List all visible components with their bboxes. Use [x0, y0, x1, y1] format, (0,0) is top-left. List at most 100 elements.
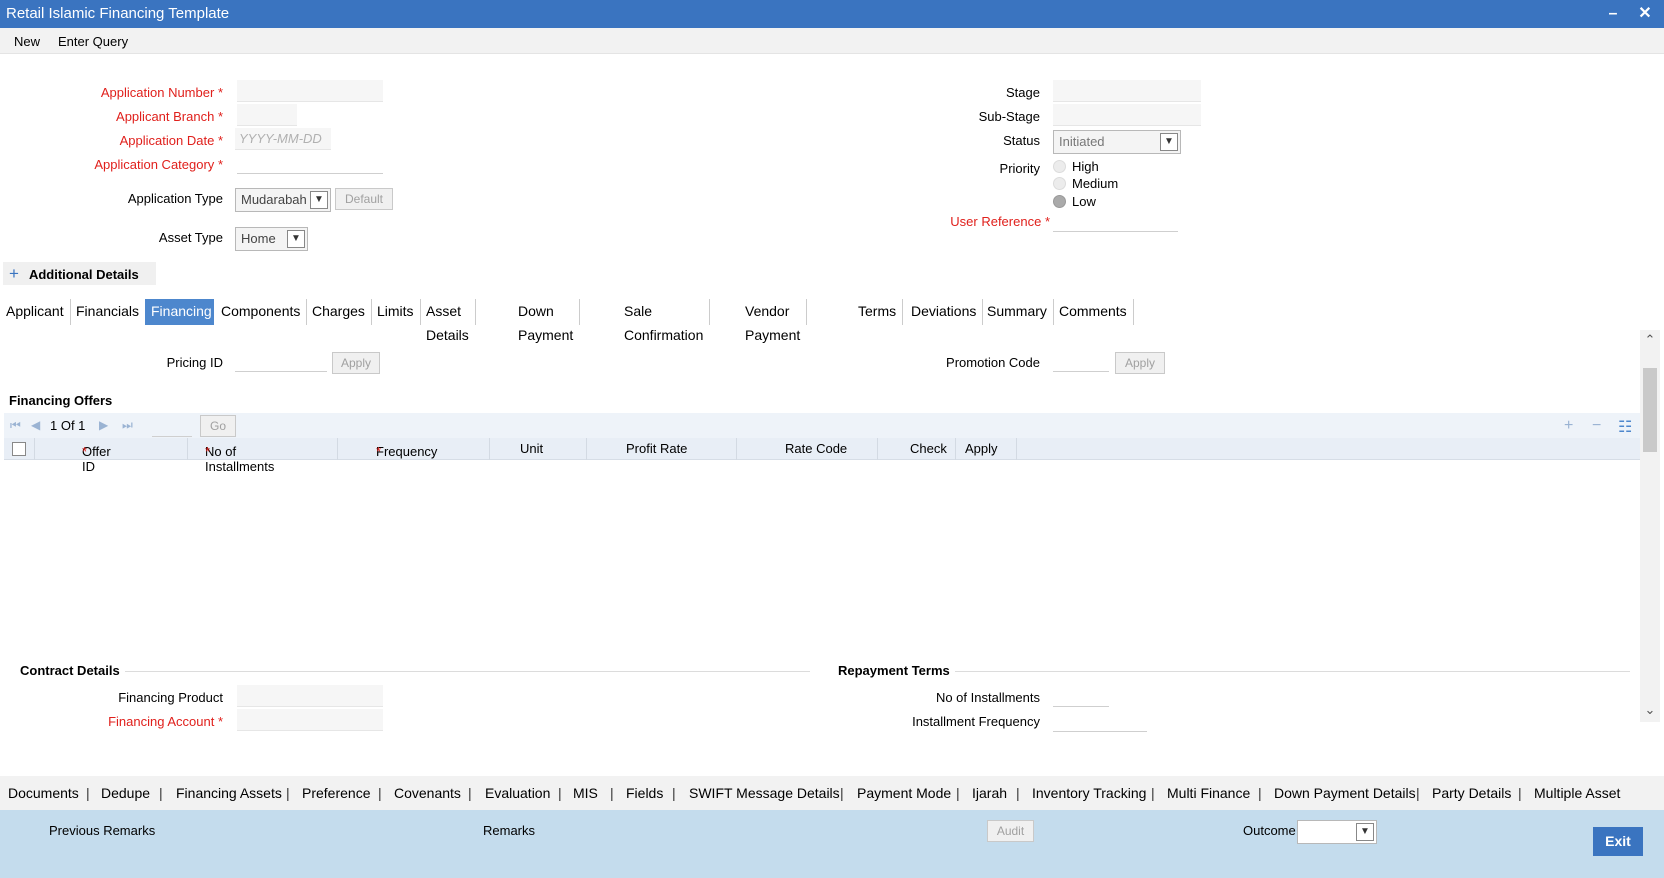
- asset-type-select[interactable]: Home ▼: [235, 227, 308, 251]
- chevron-down-icon: ▼: [287, 230, 305, 248]
- user-reference-label: User Reference *: [950, 214, 1050, 229]
- columns-icon[interactable]: ☷: [1618, 417, 1632, 437]
- chevron-down-icon: ▼: [1160, 133, 1178, 151]
- tab-terms[interactable]: Terms: [852, 299, 904, 325]
- col-check: Check: [910, 441, 947, 456]
- link-swift-message-details[interactable]: SWIFT Message Details: [689, 785, 840, 801]
- tab-limits[interactable]: Limits: [371, 299, 421, 325]
- scrollbar-thumb[interactable]: [1643, 368, 1657, 452]
- repayment-installments-field[interactable]: [1053, 685, 1109, 707]
- financing-account-field[interactable]: [237, 709, 383, 731]
- default-button[interactable]: Default: [335, 188, 393, 210]
- scroll-down-icon[interactable]: ⌄: [1640, 702, 1660, 718]
- additional-details-toggle[interactable]: + Additional Details: [3, 262, 156, 285]
- promotion-apply-button[interactable]: Apply: [1115, 352, 1165, 374]
- tab-comments[interactable]: Comments: [1053, 299, 1134, 325]
- stage-label: Stage: [1006, 85, 1040, 100]
- remarks-link[interactable]: Remarks: [483, 823, 535, 838]
- tab-charges[interactable]: Charges: [306, 299, 372, 325]
- link-evaluation[interactable]: Evaluation: [485, 785, 550, 801]
- col-rate-code: Rate Code: [785, 441, 848, 456]
- sub-stage-field[interactable]: [1053, 104, 1201, 126]
- stage-field[interactable]: [1053, 80, 1201, 102]
- link-down-payment-details[interactable]: Down Payment Details: [1274, 785, 1416, 801]
- outcome-select[interactable]: ▼: [1297, 820, 1377, 844]
- priority-low-radio[interactable]: [1053, 195, 1066, 208]
- financing-product-field[interactable]: [237, 685, 383, 707]
- installment-frequency-field[interactable]: [1053, 710, 1147, 732]
- tab-deviations[interactable]: Deviations: [905, 299, 984, 325]
- close-icon[interactable]: ✕: [1634, 0, 1656, 28]
- link-payment-mode[interactable]: Payment Mode: [857, 785, 951, 801]
- application-type-select[interactable]: Mudarabah ▼: [235, 188, 331, 212]
- scroll-up-icon[interactable]: ⌃: [1640, 332, 1660, 348]
- menu-enter-query[interactable]: Enter Query: [58, 34, 128, 49]
- link-multiple-asset[interactable]: Multiple Asset: [1534, 785, 1620, 801]
- pricing-apply-button[interactable]: Apply: [332, 352, 380, 374]
- last-page-icon[interactable]: ⏭: [122, 413, 133, 438]
- prev-page-icon[interactable]: ◀: [31, 413, 40, 438]
- select-all-checkbox[interactable]: [12, 442, 26, 456]
- window-title: Retail Islamic Financing Template: [6, 5, 230, 22]
- link-covenants[interactable]: Covenants: [394, 785, 461, 801]
- user-reference-field[interactable]: [1053, 210, 1178, 232]
- menu-new[interactable]: New: [14, 34, 40, 49]
- first-page-icon[interactable]: ⏮: [10, 413, 21, 438]
- priority-medium-radio[interactable]: [1053, 177, 1066, 190]
- tab-vendor-payment[interactable]: Vendor Payment: [739, 299, 808, 343]
- priority-medium-label: Medium: [1072, 176, 1119, 191]
- tab-applicant[interactable]: Applicant: [0, 299, 71, 325]
- financing-offers-title: Financing Offers: [9, 393, 113, 408]
- page-number-input[interactable]: [152, 415, 192, 437]
- plus-icon: +: [9, 264, 19, 283]
- remove-row-icon[interactable]: −: [1592, 417, 1601, 435]
- application-date-field[interactable]: YYYY-MM-DD: [235, 128, 331, 150]
- application-type-label: Application Type: [127, 191, 223, 206]
- link-financing-assets[interactable]: Financing Assets: [176, 785, 282, 801]
- sub-stage-label: Sub-Stage: [978, 109, 1040, 124]
- application-number-field[interactable]: [237, 80, 383, 102]
- priority-label: Priority: [999, 161, 1040, 176]
- pricing-id-label: Pricing ID: [166, 355, 223, 370]
- contract-details-title: Contract Details: [20, 663, 120, 678]
- application-category-field[interactable]: [237, 152, 383, 174]
- link-fields[interactable]: Fields: [626, 785, 663, 801]
- tab-down-payment[interactable]: Down Payment: [512, 299, 581, 343]
- tab-components[interactable]: Components: [215, 299, 308, 325]
- status-select[interactable]: Initiated ▼: [1053, 130, 1181, 154]
- previous-remarks-link[interactable]: Previous Remarks: [49, 823, 155, 838]
- col-unit: Unit: [520, 441, 544, 456]
- tab-financials[interactable]: Financials: [70, 299, 147, 325]
- promotion-code-field[interactable]: [1053, 350, 1109, 372]
- link-mis[interactable]: MIS: [573, 785, 598, 801]
- window-title-bar: Retail Islamic Financing Template – ✕: [0, 0, 1664, 28]
- link-inventory-tracking[interactable]: Inventory Tracking: [1032, 785, 1146, 801]
- application-category-label: Application Category *: [94, 157, 223, 172]
- tab-sale-confirmation[interactable]: Sale Confirmation: [618, 299, 711, 343]
- grid-toolbar: ⏮ ◀ 1 Of 1 ▶ ⏭ Go + − ☷: [4, 413, 1640, 438]
- priority-high-label: High: [1072, 159, 1099, 174]
- tab-asset-details[interactable]: Asset Details: [420, 299, 476, 343]
- vertical-scrollbar[interactable]: ⌃ ⌄: [1640, 330, 1660, 722]
- link-multi-finance[interactable]: Multi Finance: [1167, 785, 1250, 801]
- tab-financing[interactable]: Financing: [145, 299, 214, 325]
- applicant-branch-field[interactable]: [237, 104, 297, 126]
- go-button[interactable]: Go: [200, 415, 236, 437]
- link-party-details[interactable]: Party Details: [1432, 785, 1511, 801]
- link-preference[interactable]: Preference: [302, 785, 370, 801]
- link-ijarah[interactable]: Ijarah: [972, 785, 1007, 801]
- tab-summary[interactable]: Summary: [981, 299, 1054, 325]
- link-dedupe[interactable]: Dedupe: [101, 785, 150, 801]
- audit-button[interactable]: Audit: [987, 820, 1034, 842]
- pricing-id-field[interactable]: [235, 350, 327, 372]
- page-indicator: 1 Of 1: [50, 418, 86, 433]
- add-row-icon[interactable]: +: [1564, 417, 1573, 435]
- priority-high-radio[interactable]: [1053, 160, 1066, 173]
- exit-button[interactable]: Exit: [1593, 827, 1643, 856]
- link-documents[interactable]: Documents: [8, 785, 79, 801]
- next-page-icon[interactable]: ▶: [99, 413, 108, 438]
- application-date-label: Application Date *: [119, 133, 223, 148]
- asset-type-label: Asset Type: [158, 230, 223, 245]
- minimize-icon[interactable]: –: [1602, 0, 1624, 28]
- col-profit-rate: Profit Rate: [626, 441, 688, 456]
